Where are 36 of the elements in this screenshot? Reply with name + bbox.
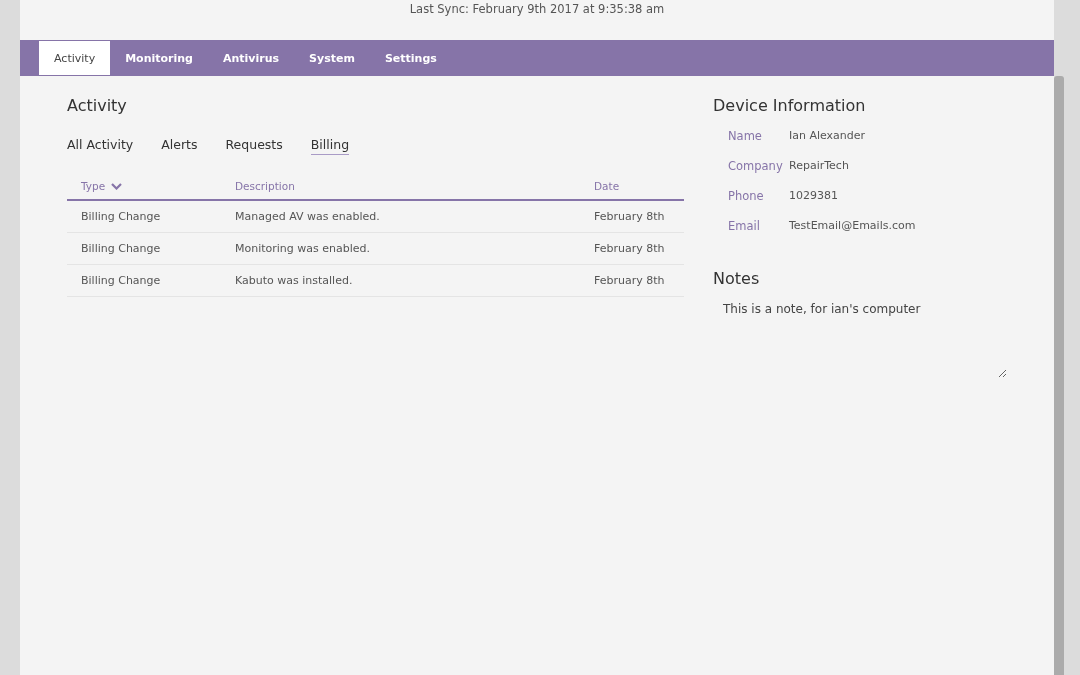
table-cell-text: Billing Change (81, 242, 162, 255)
scrollbar[interactable] (1054, 76, 1064, 675)
field-label: Email (728, 219, 761, 233)
table-cell-text: February 8th (594, 210, 666, 223)
field-label: Company (728, 159, 784, 173)
table-cell-text: February 8th (594, 242, 666, 255)
field-label: Name (728, 129, 763, 143)
section-title: Device Information (713, 96, 867, 115)
table-cell-text: February 8th (594, 274, 666, 287)
table-cell-text: Monitoring was enabled. (235, 242, 372, 255)
column-header[interactable]: Description (235, 180, 295, 192)
field-value: Ian Alexander (789, 129, 867, 143)
filter-tab[interactable]: All Activity (67, 137, 134, 155)
notes-field[interactable]: This is a note, for ian's computer (713, 298, 1007, 378)
section-title: Activity (67, 96, 128, 115)
column-header[interactable]: Type (81, 180, 123, 192)
filter-tab[interactable]: Alerts (161, 137, 198, 155)
field-value: RepairTech (789, 159, 850, 173)
field-label: Phone (728, 189, 765, 203)
table-cell-text: Kabuto was installed. (235, 274, 354, 287)
field-value: 1029381 (789, 189, 839, 203)
table-cell-text: Billing Change (81, 210, 162, 223)
nav-tab[interactable]: Monitoring (110, 41, 208, 75)
chevron-down-icon (111, 182, 123, 190)
filter-tab[interactable]: Billing (310, 137, 350, 155)
column-header[interactable]: Date (594, 180, 620, 192)
nav-tab[interactable]: Settings (369, 41, 452, 75)
nav-tab[interactable]: Antivirus (207, 41, 295, 75)
last-sync-text: Last Sync: February 9th 2017 at 9:35:38 am (409, 2, 665, 16)
filter-tab[interactable]: Requests (225, 137, 283, 155)
table-cell-text: Billing Change (81, 274, 162, 287)
nav-tab[interactable]: Activity (39, 41, 111, 75)
nav-tab[interactable]: System (294, 41, 370, 75)
field-value: TestEmail@Emails.com (789, 219, 917, 233)
section-title: Notes (713, 269, 761, 288)
table-cell-text: Managed AV was enabled. (235, 210, 381, 223)
